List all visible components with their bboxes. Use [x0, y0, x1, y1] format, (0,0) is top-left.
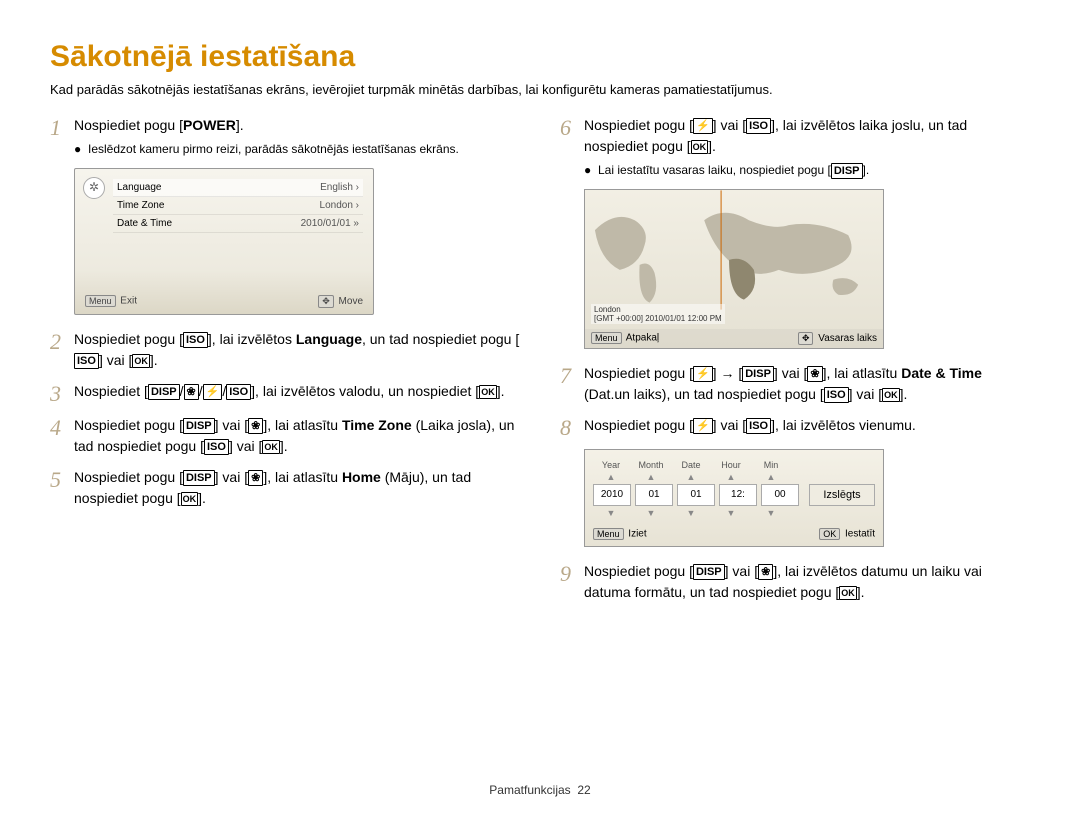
intro-text: Kad parādās sākotnējās iestatīšanas ekrā… — [50, 82, 1030, 97]
step-number: 9 — [560, 561, 584, 603]
left-column: 1 Nospiediet pogu [POWER]. ● Ieslēdzot k… — [50, 115, 520, 613]
iso-icon: ISO — [183, 332, 208, 348]
ok-icon: OK — [839, 586, 857, 600]
nav-icon: ✥ — [798, 332, 814, 345]
disp-icon: DISP — [831, 163, 863, 179]
step-number: 7 — [560, 363, 584, 405]
step-number: 5 — [50, 467, 74, 509]
flash-icon: ⚡ — [693, 418, 713, 434]
min-value: 00 — [761, 484, 799, 506]
macro-icon: ❀ — [184, 384, 199, 400]
menu-button-icon: Menu — [593, 528, 624, 540]
timezone-map-screen: London [GMT +00:00] 2010/01/01 12:00 PM … — [584, 189, 884, 349]
step-6: Nospiediet pogu [⚡] vai [ISO], lai izvēl… — [584, 115, 1030, 179]
disp-icon: DISP — [183, 470, 215, 486]
list-item: Date & Time 2010/01/01 » — [113, 215, 363, 233]
step-1: Nospiediet pogu [POWER]. ● Ieslēdzot kam… — [74, 115, 520, 158]
page-title: Sākotnējā iestatīšana — [50, 40, 1030, 74]
page-footer: Pamatfunkcijas 22 — [0, 783, 1080, 797]
iso-icon: ISO — [746, 118, 771, 134]
macro-icon: ❀ — [807, 366, 822, 382]
step-7: Nospiediet pogu [⚡] → [DISP] vai [❀], la… — [584, 363, 1030, 405]
step-3: Nospiediet [DISP/❀/⚡/ISO], lai izvēlētos… — [74, 381, 520, 405]
menu-button-icon: Menu — [85, 295, 116, 307]
right-column: 6 Nospiediet pogu [⚡] vai [ISO], lai izv… — [560, 115, 1030, 613]
year-value: 2010 — [593, 484, 631, 506]
step-8: Nospiediet pogu [⚡] vai [ISO], lai izvēl… — [584, 415, 1030, 439]
step-4: Nospiediet pogu [DISP] vai [❀], lai atla… — [74, 415, 520, 457]
step-number: 6 — [560, 115, 584, 179]
disp-icon: DISP — [183, 418, 215, 434]
flash-icon: ⚡ — [693, 118, 713, 134]
nav-icon: ✥ — [318, 295, 334, 308]
step-number: 8 — [560, 415, 584, 439]
ok-icon: OK — [479, 385, 497, 399]
initial-setup-screen: ✲ Language English › Time Zone London › … — [74, 168, 374, 315]
step-number: 3 — [50, 381, 74, 405]
hour-value: 12: — [719, 484, 757, 506]
ok-icon: OK — [132, 354, 150, 368]
iso-icon: ISO — [226, 384, 251, 400]
ok-button-icon: OK — [819, 528, 840, 540]
ok-icon: OK — [181, 492, 199, 506]
iso-icon: ISO — [74, 353, 99, 369]
step-9: Nospiediet pogu [DISP] vai [❀], lai izvē… — [584, 561, 1030, 603]
macro-icon: ❀ — [758, 564, 773, 580]
ok-icon: OK — [691, 140, 709, 154]
step-number: 2 — [50, 329, 74, 371]
iso-icon: ISO — [204, 439, 229, 455]
macro-icon: ❀ — [248, 470, 263, 486]
iso-icon: ISO — [746, 418, 771, 434]
disp-icon: DISP — [742, 366, 774, 382]
step-number: 4 — [50, 415, 74, 457]
list-item: Time Zone London › — [113, 197, 363, 215]
iso-icon: ISO — [824, 387, 849, 403]
flash-icon: ⚡ — [693, 366, 713, 382]
step-5: Nospiediet pogu [DISP] vai [❀], lai atla… — [74, 467, 520, 509]
step-2: Nospiediet pogu [ISO], lai izvēlētos Lan… — [74, 329, 520, 371]
ok-icon: OK — [882, 388, 900, 402]
gear-icon: ✲ — [83, 177, 105, 199]
list-item: Language English › — [113, 179, 363, 197]
flash-icon: ⚡ — [203, 384, 223, 400]
ok-icon: OK — [262, 440, 280, 454]
menu-button-icon: Menu — [591, 332, 622, 344]
macro-icon: ❀ — [248, 418, 263, 434]
world-map-icon — [585, 190, 883, 310]
month-value: 01 — [635, 484, 673, 506]
disp-icon: DISP — [693, 564, 725, 580]
step-number: 1 — [50, 115, 74, 158]
datetime-screen: Year Month Date Hour Min ▲▲▲▲▲ 2010 01 0… — [584, 449, 884, 547]
disp-icon: DISP — [148, 384, 180, 400]
off-label: Izslēgts — [809, 484, 875, 506]
date-value: 01 — [677, 484, 715, 506]
